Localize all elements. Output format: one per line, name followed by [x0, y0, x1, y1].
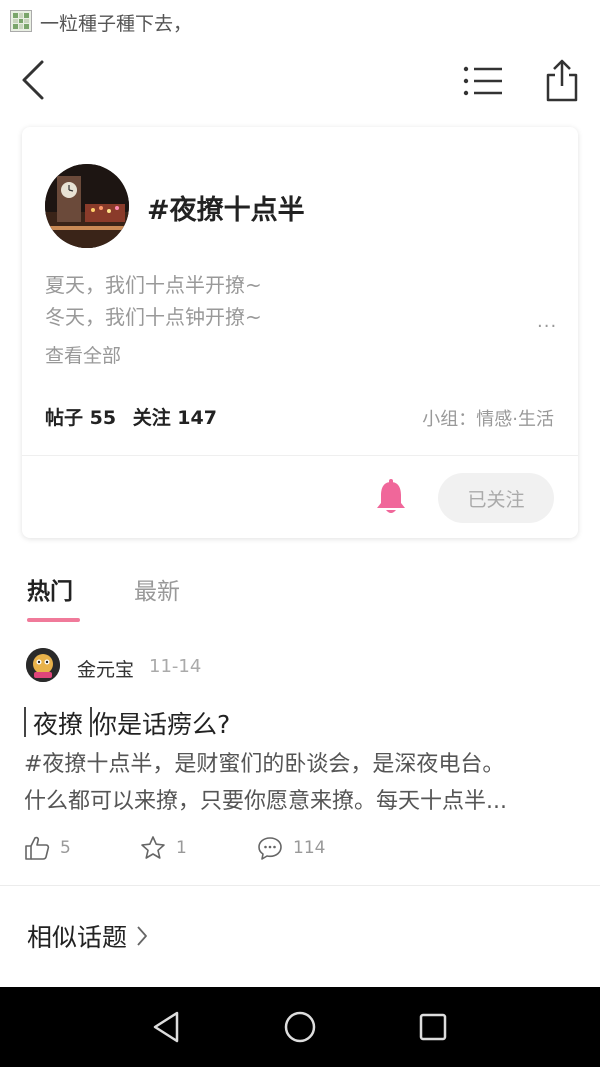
- post-title[interactable]: 夜撩 你是话痨么?: [24, 705, 230, 741]
- posts-count: 帖子 55: [45, 407, 117, 429]
- top-nav: [0, 52, 600, 108]
- star-icon: [141, 836, 165, 859]
- see-all-link[interactable]: 查看全部: [45, 341, 121, 368]
- similar-topics-label: 相似话题: [27, 923, 128, 952]
- post-actions: 5 1 114: [24, 835, 584, 865]
- post-date: 11-14: [149, 656, 202, 677]
- circle-home-icon[interactable]: [280, 1007, 320, 1047]
- active-tab-indicator: [27, 618, 80, 622]
- list-icon[interactable]: [462, 64, 504, 98]
- like-button[interactable]: 5: [24, 835, 71, 861]
- topic-description: 夏天，我们十点半开撩~ 冬天，我们十点钟开撩~: [45, 269, 262, 333]
- feed-tabs: 热门 最新: [0, 572, 600, 628]
- app-thumbnail-icon: [10, 10, 32, 32]
- favorite-count: 1: [176, 838, 187, 858]
- post-title-text: 你是话痨么?: [92, 710, 231, 739]
- tab-hot[interactable]: 热门: [27, 572, 73, 606]
- comment-icon: [258, 837, 282, 860]
- post-tag: 夜撩: [24, 705, 93, 741]
- favorite-button[interactable]: 1: [140, 835, 187, 861]
- triangle-back-icon[interactable]: [147, 1007, 187, 1047]
- tab-latest[interactable]: 最新: [134, 572, 180, 606]
- followers-count: 关注 147: [132, 407, 217, 429]
- chevron-left-icon[interactable]: [18, 58, 50, 102]
- post-body-line: 什么都可以来撩，只要你愿意来撩。每天十点半...: [24, 789, 507, 814]
- group-label[interactable]: 小组：情感·生活: [422, 405, 554, 431]
- similar-topics-link[interactable]: 相似话题: [27, 918, 149, 954]
- author-name[interactable]: 金元宝: [77, 655, 134, 682]
- system-nav-bar: [0, 987, 600, 1067]
- post-body[interactable]: #夜撩十点半，是财蜜们的卧谈会，是深夜电台。 什么都可以来撩，只要你愿意来撩。每…: [24, 746, 576, 820]
- topic-card: #夜撩十点半 夏天，我们十点半开撩~ 冬天，我们十点钟开撩~ ... 查看全部 …: [22, 127, 578, 538]
- topic-avatar: [45, 164, 129, 248]
- description-line: 冬天，我们十点钟开撩~: [45, 305, 262, 329]
- comment-count: 114: [293, 838, 326, 858]
- description-line: 夏天，我们十点半开撩~: [45, 273, 262, 297]
- thumbs-up-icon: [25, 836, 50, 860]
- status-title: 一粒種子種下去，: [40, 13, 193, 35]
- author-avatar[interactable]: [26, 648, 60, 682]
- card-divider: [22, 455, 578, 456]
- post-body-line: #夜撩十点半，是财蜜们的卧谈会，是深夜电台。: [24, 752, 505, 777]
- section-divider: [0, 885, 600, 886]
- bell-icon[interactable]: [374, 479, 408, 517]
- square-recent-icon[interactable]: [413, 1007, 453, 1047]
- like-count: 5: [60, 838, 71, 858]
- chevron-right-icon: [137, 926, 147, 946]
- topic-title: #夜撩十点半: [147, 195, 305, 226]
- comment-button[interactable]: 114: [257, 835, 325, 861]
- topic-stats: 帖子 55 关注 147: [45, 403, 227, 430]
- followed-button[interactable]: 已关注: [438, 473, 554, 523]
- share-icon[interactable]: [544, 58, 580, 102]
- status-bar: 一粒種子種下去，: [0, 0, 600, 44]
- more-dots[interactable]: ...: [537, 311, 557, 332]
